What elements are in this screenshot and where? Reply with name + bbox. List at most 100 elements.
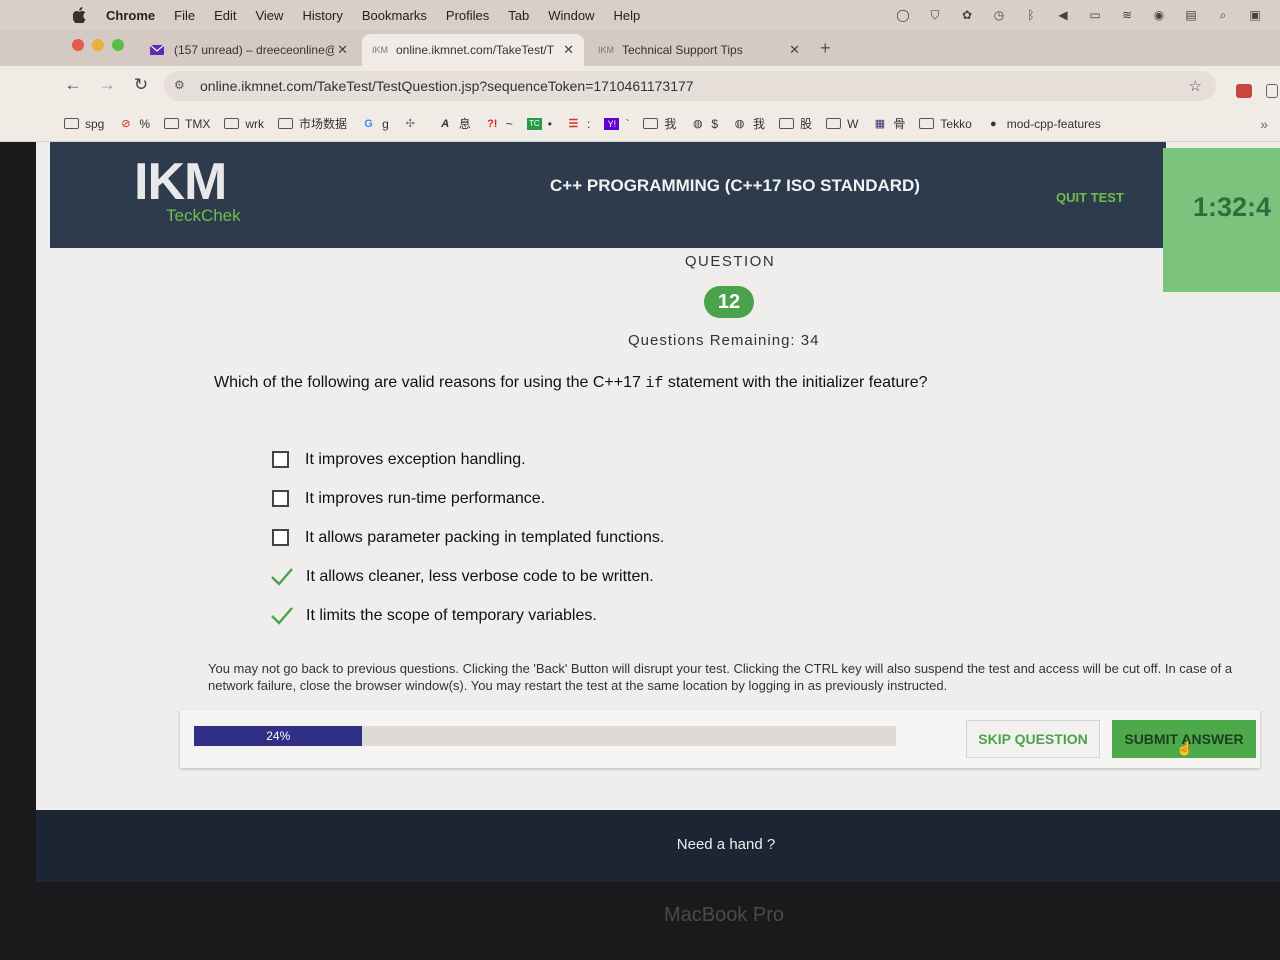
menu-bookmarks[interactable]: Bookmarks bbox=[362, 8, 427, 23]
back-arrow-icon[interactable]: ← bbox=[62, 75, 84, 95]
bookmark-item[interactable]: TMX bbox=[164, 117, 210, 131]
address-bar[interactable]: ⚙ online.ikmnet.com/TakeTest/TestQuestio… bbox=[164, 71, 1216, 101]
question-label: QUESTION bbox=[684, 253, 776, 270]
yahoo-icon: Y! bbox=[604, 117, 620, 130]
answer-option[interactable]: It limits the scope of temporary variabl… bbox=[270, 596, 664, 635]
menu-tab[interactable]: Tab bbox=[508, 8, 529, 23]
checkbox[interactable] bbox=[272, 451, 289, 468]
close-tab-icon[interactable]: ✕ bbox=[789, 42, 800, 58]
answer-option[interactable]: It improves exception handling. bbox=[272, 440, 664, 479]
tab-gmail[interactable]: (157 unread) – dreeceonline@ ✕ bbox=[140, 34, 358, 66]
status-icons: ◯ ⛉ ✿ ◷ ᛒ ◀ ▭ ≋ ◉ ▤ ⌕ ▣ bbox=[894, 6, 1264, 24]
bookmark-item[interactable]: W bbox=[826, 117, 858, 131]
tc-icon: TC bbox=[526, 117, 542, 130]
code-keyword: if bbox=[645, 375, 664, 392]
bookmark-item[interactable]: 市场数据 bbox=[278, 115, 347, 132]
close-tab-icon[interactable]: ✕ bbox=[563, 42, 574, 58]
menu-app-name[interactable]: Chrome bbox=[106, 8, 155, 23]
bookmark-item[interactable]: ⊘% bbox=[118, 117, 150, 131]
control-center-icon[interactable]: ▣ bbox=[1246, 6, 1264, 24]
bookmark-item[interactable]: ✣ bbox=[403, 118, 424, 130]
action-bar: 24% SKIP QUESTION SUBMIT ANSWER ☝ bbox=[180, 710, 1260, 768]
help-link[interactable]: Need a hand ? bbox=[36, 836, 1280, 853]
tab-title: online.ikmnet.com/TakeTest/T bbox=[396, 43, 554, 57]
close-tab-icon[interactable]: ✕ bbox=[337, 42, 348, 58]
shield-icon[interactable]: ⛉ bbox=[926, 6, 944, 24]
sync-icon[interactable]: ◯ bbox=[894, 6, 912, 24]
menu-history[interactable]: History bbox=[302, 8, 342, 23]
answer-options: It improves exception handling. It impro… bbox=[270, 440, 664, 635]
url-text: online.ikmnet.com/TakeTest/TestQuestion.… bbox=[200, 78, 694, 94]
bookmark-item[interactable]: 我 bbox=[643, 115, 676, 132]
extension-icon[interactable] bbox=[1236, 84, 1252, 98]
skip-question-button[interactable]: SKIP QUESTION bbox=[966, 720, 1100, 758]
keyboard-icon[interactable]: ▤ bbox=[1182, 6, 1200, 24]
zoom-window-icon[interactable] bbox=[112, 39, 124, 51]
close-window-icon[interactable] bbox=[72, 39, 84, 51]
bookmark-item[interactable]: ◍ 我 bbox=[732, 115, 765, 132]
bookmark-item[interactable]: ▦ 骨 bbox=[872, 115, 906, 132]
menu-window[interactable]: Window bbox=[548, 8, 594, 23]
battery-icon[interactable]: ▭ bbox=[1086, 6, 1104, 24]
bookmark-item[interactable]: ☰: bbox=[566, 117, 591, 131]
menu-help[interactable]: Help bbox=[614, 8, 641, 23]
bookmark-item[interactable]: ● mod-cpp-features bbox=[986, 117, 1101, 131]
checkmark-icon[interactable] bbox=[270, 567, 294, 587]
tab-technical-support[interactable]: IKM Technical Support Tips ✕ bbox=[588, 34, 810, 66]
bookmark-star-icon[interactable]: ☆ bbox=[1189, 77, 1202, 95]
bookmark-item[interactable]: spg bbox=[64, 117, 104, 131]
checkbox[interactable] bbox=[272, 529, 289, 546]
user-icon[interactable]: ◉ bbox=[1150, 6, 1168, 24]
menu-view[interactable]: View bbox=[255, 8, 283, 23]
bookmark-item[interactable]: TC • bbox=[526, 117, 552, 131]
question-icon: ?! bbox=[487, 117, 498, 130]
answer-option[interactable]: It allows parameter packing in templated… bbox=[272, 518, 664, 557]
gift-icon[interactable]: ✿ bbox=[958, 6, 976, 24]
tab-ikm-test[interactable]: IKM online.ikmnet.com/TakeTest/T ✕ bbox=[362, 34, 584, 66]
menu-edit[interactable]: Edit bbox=[214, 8, 236, 23]
site-info-icon[interactable]: ⚙ bbox=[174, 78, 185, 92]
countdown-timer: 1:32:4 bbox=[1193, 192, 1272, 222]
bars-icon: ☰ bbox=[568, 118, 579, 130]
forward-arrow-icon[interactable]: → bbox=[96, 75, 118, 95]
answer-text: It improves run-time performance. bbox=[305, 489, 546, 507]
folder-icon bbox=[919, 118, 935, 129]
new-tab-icon[interactable]: + bbox=[820, 38, 831, 59]
bookmark-item[interactable]: 股 bbox=[779, 115, 812, 132]
remaining-count: 34 bbox=[800, 332, 820, 349]
volume-icon[interactable]: ◀ bbox=[1054, 6, 1072, 24]
spotlight-search-icon[interactable]: ⌕ bbox=[1214, 6, 1232, 24]
checkbox[interactable] bbox=[272, 490, 289, 507]
menu-profiles[interactable]: Profiles bbox=[446, 8, 489, 23]
folder-icon bbox=[164, 118, 180, 129]
reload-icon[interactable]: ↻ bbox=[130, 75, 152, 95]
navigation-bar: ← → ↻ ⚙ online.ikmnet.com/TakeTest/TestQ… bbox=[0, 66, 1280, 106]
more-bookmarks-icon[interactable]: » bbox=[1260, 116, 1268, 132]
folder-icon bbox=[64, 118, 79, 129]
tab-title: (157 unread) – dreeceonline@ bbox=[174, 43, 334, 57]
timer-panel: 1:32:4 bbox=[1163, 148, 1280, 292]
folder-icon bbox=[643, 118, 659, 129]
folder-icon bbox=[224, 118, 240, 129]
mail-icon bbox=[150, 44, 166, 56]
bookmark-item[interactable]: Tekko bbox=[919, 117, 972, 131]
side-panel-icon[interactable] bbox=[1266, 84, 1278, 98]
bookmark-item[interactable]: Gg bbox=[361, 117, 388, 131]
bookmark-item[interactable]: ?! ~ bbox=[485, 117, 513, 131]
checkmark-icon[interactable] bbox=[270, 606, 294, 626]
progress-bar: 24% bbox=[194, 726, 896, 746]
answer-option[interactable]: It allows cleaner, less verbose code to … bbox=[270, 557, 664, 596]
bookmark-item[interactable]: A息 bbox=[438, 115, 471, 132]
menu-file[interactable]: File bbox=[174, 8, 195, 23]
minimize-window-icon[interactable] bbox=[92, 39, 104, 51]
bookmark-item[interactable]: ◍ $ bbox=[690, 117, 718, 131]
github-icon: ● bbox=[989, 117, 997, 130]
bookmark-item[interactable]: Y! ` bbox=[604, 117, 629, 131]
bookmark-item[interactable]: wrk bbox=[224, 117, 264, 131]
wifi-icon[interactable]: ≋ bbox=[1118, 6, 1136, 24]
time-machine-icon[interactable]: ◷ bbox=[990, 6, 1008, 24]
apple-icon[interactable] bbox=[72, 7, 88, 23]
answer-option[interactable]: It improves run-time performance. bbox=[272, 479, 664, 518]
bluetooth-icon[interactable]: ᛒ bbox=[1022, 6, 1040, 24]
quit-test-button[interactable]: QUIT TEST bbox=[1056, 190, 1124, 205]
